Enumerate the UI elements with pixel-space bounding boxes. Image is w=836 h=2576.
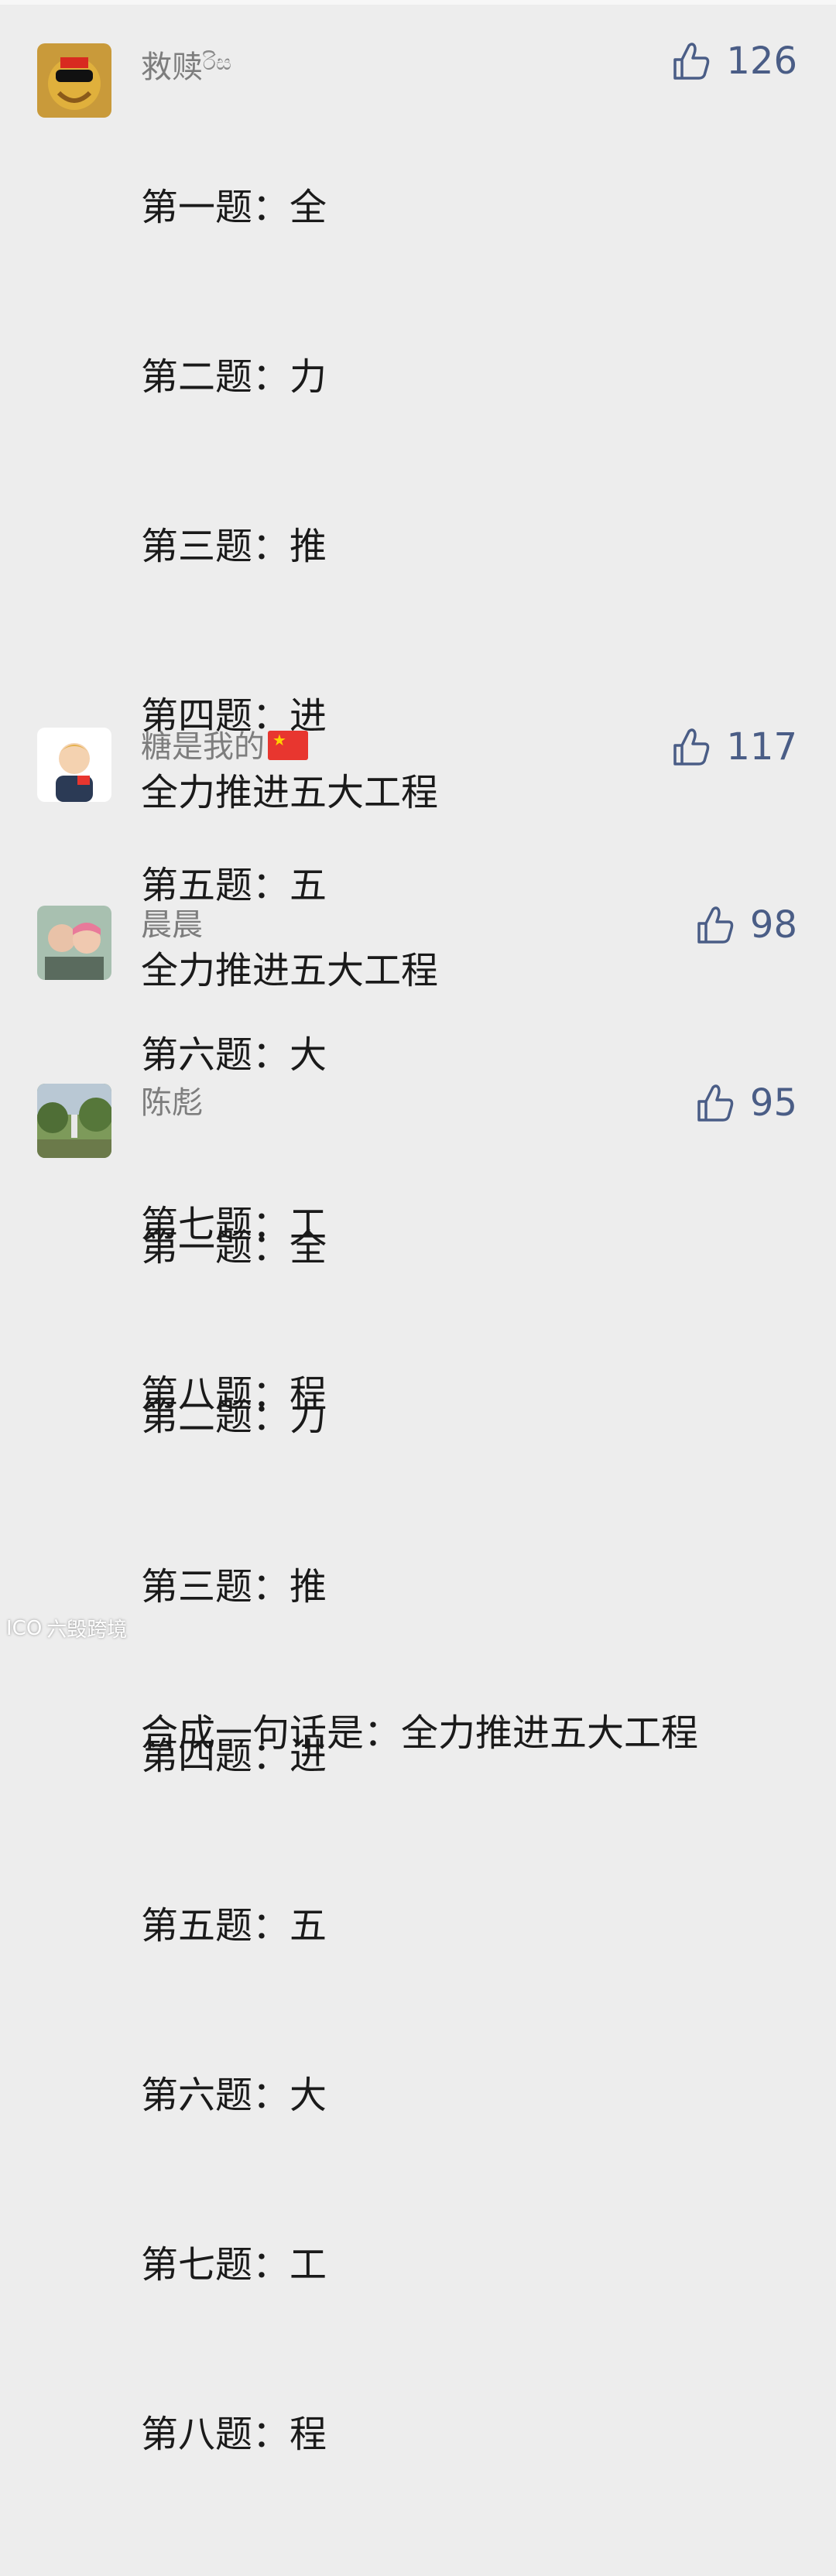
like-count: 117 xyxy=(726,725,797,769)
answer-line: 第四题：进 xyxy=(141,1735,327,1778)
like-button[interactable]: 95 xyxy=(696,1082,797,1124)
like-button[interactable]: 98 xyxy=(696,904,797,946)
thumbs-up-icon xyxy=(673,728,710,766)
comment-nickname[interactable]: 晨晨 xyxy=(141,906,203,944)
answer-line: 第六题：大 xyxy=(141,1033,327,1077)
answer-line: 第二题：力 xyxy=(141,1396,327,1439)
avatar[interactable] xyxy=(37,43,111,118)
answer-line: 第三题：推 xyxy=(141,1565,327,1608)
answer-line: 第六题：大 xyxy=(141,2074,327,2117)
answer-line: 第七题：工 xyxy=(141,2243,327,2287)
comment-item: 救赎රිස 126 第一题：全 第二题：力 第三题：推 第四题：进 第五题：五 … xyxy=(0,39,836,1755)
answer-line: 第五题：五 xyxy=(141,1904,327,1947)
watermark-text: 六毁跨境 xyxy=(46,1619,128,1642)
like-button[interactable]: 117 xyxy=(672,726,797,768)
comment-item: 晨晨 98 全力推进五大工程 xyxy=(0,904,836,1014)
answer-line: 第三题：推 xyxy=(141,525,327,568)
avatar[interactable] xyxy=(37,1084,111,1158)
watermark: ICO 六毁跨境 xyxy=(6,1614,127,1643)
avatar[interactable] xyxy=(37,728,111,802)
answer-line: 第一题：全 xyxy=(141,186,327,229)
thumbs-up-icon xyxy=(697,1084,734,1122)
comment-item: 糖是我的 117 全力推进五大工程 xyxy=(0,726,836,836)
watermark-logo: ICO xyxy=(6,1616,43,1640)
comment-item: 陈彪 95 第一题：全 第二题：力 第三题：推 第四题：进 第五题：五 第六题：… xyxy=(0,1082,836,2456)
like-count: 126 xyxy=(726,39,797,83)
comment-body: 全力推进五大工程 xyxy=(141,771,439,814)
top-strip xyxy=(0,0,836,5)
answer-line: 第二题：力 xyxy=(141,355,327,399)
like-count: 95 xyxy=(749,1081,797,1125)
nickname-text: 晨晨 xyxy=(141,907,203,943)
comment-body: 全力推进五大工程 xyxy=(141,949,439,992)
answer-line: 第一题：全 xyxy=(141,1226,327,1269)
china-flag-icon xyxy=(268,731,308,760)
comment-nickname[interactable]: 糖是我的 xyxy=(141,728,308,766)
thumbs-up-icon xyxy=(697,906,734,944)
avatar[interactable] xyxy=(37,906,111,980)
like-count: 98 xyxy=(749,903,797,947)
comment-body: 第一题：全 第二题：力 第三题：推 第四题：进 第五题：五 第六题：大 第七题：… xyxy=(141,1107,327,2576)
nickname-text: 糖是我的 xyxy=(141,729,265,765)
answer-line: 第八题：程 xyxy=(141,2413,327,2456)
